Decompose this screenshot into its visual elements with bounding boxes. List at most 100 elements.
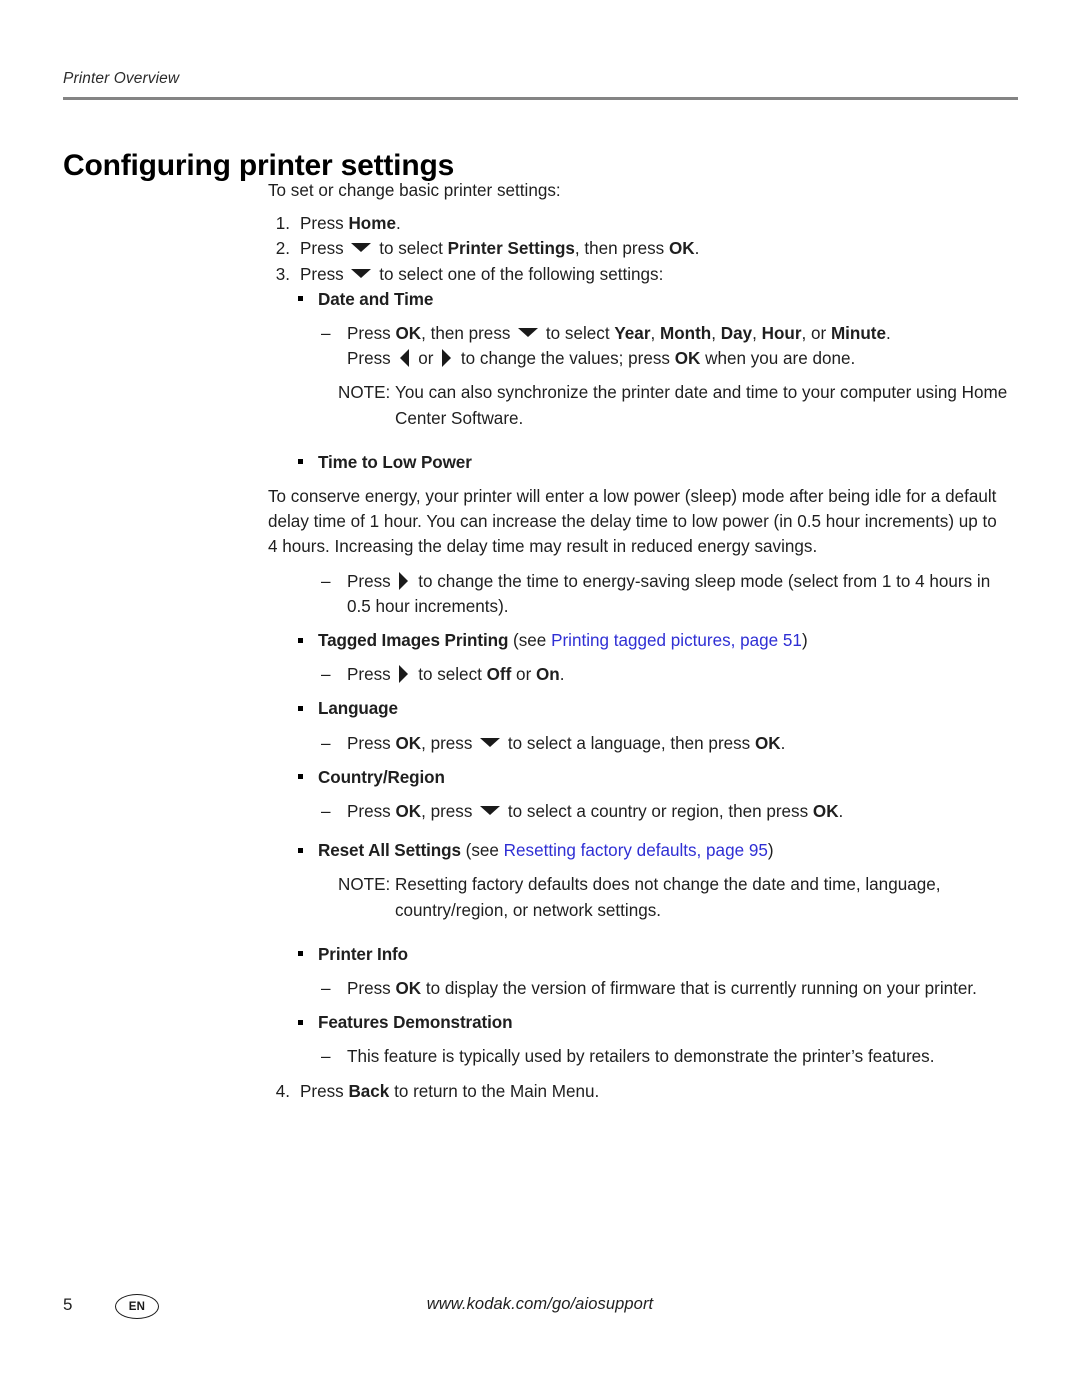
step-3-text-post: to select one of the following settings: [374, 264, 664, 284]
square-bullet-icon [298, 951, 303, 957]
settings-bullet-list: Reset All Settings (see Resetting factor… [268, 838, 1008, 863]
setting-reset-all-heading: Reset All Settings [318, 841, 461, 861]
step-1-number: 1. [275, 214, 290, 234]
tagged-images-details: – Press to select Off or On. [268, 662, 1008, 687]
language-step: – Press OK, press to select a language, … [320, 731, 1008, 756]
setting-printer-info: Printer Info [296, 942, 1008, 967]
step-2-number: 2. [275, 239, 290, 259]
dt-opt-day: Day [720, 324, 753, 344]
dt-opt-month: Month [659, 324, 712, 344]
lang-text-b: , press [421, 733, 478, 753]
setting-features-demo-heading: Features Demonstration [318, 1013, 513, 1033]
lang-end: . [780, 733, 786, 753]
step-2-text-mid2: , then press [574, 239, 669, 259]
step-4-key: Back [348, 1081, 390, 1101]
printer-info-step: – Press OK to display the version of fir… [320, 976, 1008, 1001]
step-1: 1. Press Home. [268, 211, 1008, 236]
square-bullet-icon [298, 847, 303, 853]
dt2-text-c: when you are done. [700, 349, 856, 369]
step-1-text-post: . [395, 214, 401, 234]
setting-time-to-low-power-heading: Time to Low Power [318, 452, 472, 472]
time-to-low-power-step: – Press to change the time to energy-sav… [320, 569, 1008, 619]
setting-tagged-images-heading: Tagged Images Printing [318, 631, 509, 651]
dt-opt-minute: Minute [830, 324, 887, 344]
step-2: 2. Press to select Printer Settings, the… [268, 236, 1008, 261]
dt-text-c: to select [541, 324, 615, 344]
step-2-target: Printer Settings [447, 239, 575, 259]
step-4-number: 4. [275, 1081, 290, 1101]
dash-marker: – [321, 571, 331, 591]
arrow-right-icon [399, 571, 409, 590]
time-to-low-power-details: – Press to change the time to energy-sav… [268, 569, 1008, 619]
step-3-number: 3. [275, 264, 290, 284]
date-and-time-details: – Press OK, then press to select Year, M… [268, 321, 1008, 371]
dt-opt-hour: Hour [761, 324, 802, 344]
step-3-text-pre: Press [300, 264, 349, 284]
setting-date-and-time: Date and Time [296, 287, 1008, 312]
reset-see-open: (see [460, 841, 504, 861]
link-printing-tagged-pictures[interactable]: Printing tagged pictures, page 51 [551, 631, 802, 650]
dash-marker: – [321, 802, 331, 822]
setting-reset-all-settings: Reset All Settings (see Resetting factor… [296, 838, 1008, 863]
dt-sep-1: , [650, 324, 660, 344]
arrow-right-icon [442, 349, 452, 368]
step-1-text-pre: Press [300, 214, 349, 234]
tip-or: or [511, 665, 537, 685]
setting-time-to-low-power: Time to Low Power [296, 450, 1008, 475]
reset-all-note: NOTE: Resetting factory defaults does no… [338, 872, 1008, 922]
lang-ok-key-1: OK [395, 733, 422, 753]
square-bullet-icon [298, 296, 303, 302]
support-url: www.kodak.com/go/aiosupport [426, 1295, 654, 1313]
dt-sep-3: , [752, 324, 762, 344]
tagged-see-open: (see [508, 631, 552, 651]
running-header: Printer Overview [63, 70, 180, 87]
tlp-text-a: Press [347, 571, 396, 591]
dt-end: . [886, 324, 891, 344]
settings-bullet-list: Language [268, 696, 1008, 721]
step-2-text-pre: Press [300, 239, 349, 259]
features-demo-details: – This feature is typically used by reta… [268, 1044, 1008, 1069]
tagged-see-close: ) [801, 631, 808, 651]
dt-text-a: Press [347, 324, 396, 344]
dash-marker: – [321, 324, 331, 344]
dt-opt-year: Year [614, 324, 651, 344]
note-label: NOTE: [338, 383, 391, 403]
cr-ok-key-2: OK [812, 802, 839, 822]
dash-marker: – [321, 733, 331, 753]
tagged-images-step: – Press to select Off or On. [320, 662, 1008, 687]
tip-text-a: Press [347, 665, 396, 685]
square-bullet-icon [298, 774, 303, 780]
step-4-text-post: to return to the Main Menu. [389, 1081, 600, 1101]
lang-text-c: to select a language, then press [503, 733, 755, 753]
dt2-text-b: to change the values; press [456, 349, 675, 369]
setting-language: Language [296, 696, 1008, 721]
arrow-down-icon [480, 737, 501, 747]
intro-paragraph: To set or change basic printer settings: [268, 181, 561, 200]
settings-bullet-list: Features Demonstration [268, 1010, 1008, 1035]
body-content: To set or change basic printer settings:… [268, 178, 1008, 1104]
square-bullet-icon [298, 1019, 303, 1025]
numbered-steps-continued: 4. Press Back to return to the Main Menu… [268, 1079, 1008, 1104]
tip-opt-off: Off [486, 665, 512, 685]
tip-end: . [559, 665, 565, 685]
pi-ok-key: OK [395, 979, 422, 999]
header-rule [63, 97, 1018, 100]
tlp-text-b: to change the time to energy-saving slee… [347, 571, 991, 616]
cr-text-b: , press [421, 802, 478, 822]
link-resetting-factory-defaults[interactable]: Resetting factory defaults, page 95 [504, 841, 768, 860]
document-page: Printer Overview Configuring printer set… [0, 0, 1080, 1397]
dt-sep-4: , or [801, 324, 831, 344]
note-label: NOTE: [338, 875, 391, 895]
time-to-low-power-paragraph: To conserve energy, your printer will en… [268, 487, 997, 557]
settings-bullet-list: Printer Info [268, 942, 1008, 967]
dt2-ok-key: OK [674, 349, 701, 369]
printer-info-details: – Press OK to display the version of fir… [268, 976, 1008, 1001]
settings-bullet-list: Date and Time [268, 287, 1008, 312]
square-bullet-icon [298, 705, 303, 711]
language-details: – Press OK, press to select a language, … [268, 731, 1008, 756]
dt-sep-2: , [711, 324, 721, 344]
step-4: 4. Press Back to return to the Main Menu… [268, 1079, 1008, 1104]
settings-bullet-list: Time to Low Power [268, 450, 1008, 475]
lang-text-a: Press [347, 733, 396, 753]
setting-country-region-heading: Country/Region [318, 767, 445, 787]
